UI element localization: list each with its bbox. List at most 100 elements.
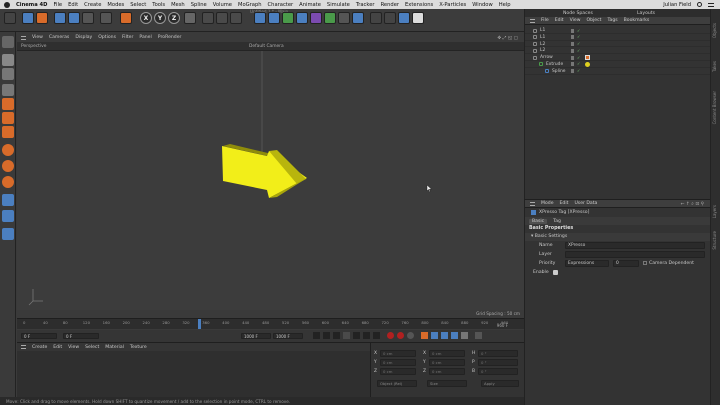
tab-objects[interactable]: Objects <box>712 23 720 38</box>
tab-content-browser[interactable]: Content Browser <box>712 91 720 124</box>
attribute-menu-user-data[interactable]: User Data <box>574 201 597 206</box>
xp-modifiers-button[interactable] <box>412 12 424 24</box>
cloner-button[interactable] <box>296 12 308 24</box>
xparticles-button[interactable] <box>370 12 382 24</box>
menu-file[interactable]: File <box>53 2 62 8</box>
viewport-menu-prorender[interactable]: ProRender <box>158 35 182 40</box>
camera-dependent-checkbox[interactable] <box>643 261 647 265</box>
3d-viewport[interactable]: Grid Spacing : 50 cm <box>17 51 524 316</box>
y-axis-lock[interactable]: Y <box>154 12 166 24</box>
material-menu-select[interactable]: Select <box>85 345 99 350</box>
enable-check-icon[interactable]: ✓ <box>577 35 581 39</box>
preview-start-field[interactable]: 0 F <box>63 333 99 339</box>
object-row[interactable]: L2 ✓ <box>525 47 710 55</box>
visibility-toggle-icon[interactable] <box>571 62 574 67</box>
menu-xparticles[interactable]: X-Particles <box>439 2 466 8</box>
viewport-camera[interactable]: Default Camera <box>249 44 284 49</box>
render-view-button[interactable] <box>202 12 214 24</box>
menu-create[interactable]: Create <box>84 2 101 8</box>
deformer-button[interactable] <box>310 12 322 24</box>
enable-check-icon[interactable]: ✓ <box>577 62 581 66</box>
points-mode-button[interactable] <box>2 98 14 110</box>
viewport-menu-view[interactable]: View <box>32 35 43 40</box>
menu-simulate[interactable]: Simulate <box>327 2 350 8</box>
next-key-button[interactable] <box>363 332 370 339</box>
attribute-nav-icons[interactable]: ← ↑ ⌕ ⊡ ⚲ <box>681 201 710 207</box>
enable-check-icon[interactable]: ✓ <box>577 42 581 46</box>
size-field[interactable]: 0 cm <box>429 359 465 366</box>
priority-number-field[interactable]: 0 <box>613 260 639 267</box>
preview-end-field[interactable]: 1000 F <box>241 333 271 339</box>
search-icon[interactable] <box>697 2 702 7</box>
camera-button[interactable] <box>338 12 350 24</box>
locked-workplane-button[interactable] <box>2 194 14 206</box>
coord-size-dropdown[interactable]: Size <box>427 380 467 387</box>
menu-list-icon[interactable] <box>708 2 714 7</box>
key-param-button[interactable] <box>451 332 458 339</box>
xp-emitter-button[interactable] <box>384 12 396 24</box>
object-menu-bookmarks[interactable]: Bookmarks <box>624 18 650 23</box>
xpresso-tag-icon[interactable] <box>585 55 590 61</box>
priority-dropdown[interactable]: Expressions <box>565 260 609 267</box>
position-field[interactable]: 0 cm <box>380 368 416 375</box>
tweak-mode-button[interactable] <box>2 160 14 172</box>
z-axis-lock[interactable]: Z <box>168 12 180 24</box>
menu-modes[interactable]: Modes <box>107 2 124 8</box>
viewport-menu-cameras[interactable]: Cameras <box>49 35 69 40</box>
xp-tools-button[interactable] <box>398 12 410 24</box>
previous-frame-button[interactable] <box>333 332 340 339</box>
menu-character[interactable]: Character <box>268 2 294 8</box>
solo-button[interactable] <box>2 228 14 240</box>
basic-settings-group[interactable]: ▾ Basic Settings <box>525 233 710 241</box>
layer-field[interactable] <box>565 251 705 258</box>
add-null-button[interactable] <box>100 12 112 24</box>
enable-axis-button[interactable] <box>2 144 14 156</box>
visibility-toggle-icon[interactable] <box>571 28 574 33</box>
material-menu-material[interactable]: Material <box>105 345 124 350</box>
attribute-menu-icon[interactable] <box>530 201 535 206</box>
object-row[interactable]: Spline ✓ <box>525 68 710 75</box>
menu-extensions[interactable]: Extensions <box>405 2 433 8</box>
object-menu-view[interactable]: View <box>570 18 581 23</box>
menu-mesh[interactable]: Mesh <box>171 2 185 8</box>
menu-tools[interactable]: Tools <box>152 2 165 8</box>
size-field[interactable]: 0 cm <box>429 368 465 375</box>
playback-settings-button[interactable] <box>475 332 482 339</box>
go-to-start-button[interactable] <box>313 332 320 339</box>
viewport-menu-panel[interactable]: Panel <box>139 35 151 40</box>
layouts-label[interactable]: Layouts <box>637 11 655 16</box>
subdivision-button[interactable] <box>282 12 294 24</box>
go-to-end-button[interactable] <box>373 332 380 339</box>
model-mode-button[interactable] <box>2 54 14 66</box>
object-row[interactable]: L2 ✓ <box>525 41 710 48</box>
object-menu-tags[interactable]: Tags <box>607 18 617 23</box>
tab-structure[interactable]: Structure <box>712 231 720 250</box>
object-menu-object[interactable]: Object <box>587 18 602 23</box>
user-name[interactable]: Julian Field <box>663 2 691 8</box>
menu-mograph[interactable]: MoGraph <box>238 2 262 8</box>
planar-workplane-button[interactable] <box>2 210 14 222</box>
menu-animate[interactable]: Animate <box>299 2 321 8</box>
environment-button[interactable] <box>324 12 336 24</box>
timeline-playhead[interactable] <box>198 319 201 329</box>
menu-help[interactable]: Help <box>499 2 511 8</box>
start-frame-field[interactable]: 0 F <box>21 333 57 339</box>
menu-spline[interactable]: Spline <box>191 2 207 8</box>
timeline-ruler[interactable]: 0 40 80 120 160 200 240 280 320 360 400 440 480 520 56… <box>17 318 524 329</box>
snapping-button[interactable] <box>2 176 14 188</box>
tab-tag[interactable]: Tag <box>553 219 561 224</box>
viewport-menu-options[interactable]: Options <box>98 35 116 40</box>
visibility-toggle-icon[interactable] <box>571 42 574 47</box>
rotation-field[interactable]: 0 ° <box>478 359 518 366</box>
key-position-button[interactable] <box>421 332 428 339</box>
viewport-menu-filter[interactable]: Filter <box>122 35 133 40</box>
cube-object-button[interactable] <box>254 12 266 24</box>
node-spaces-label[interactable]: Node Spaces <box>563 11 593 16</box>
material-menu-texture[interactable]: Texture <box>130 345 147 350</box>
menu-render[interactable]: Render <box>381 2 399 8</box>
apple-icon[interactable] <box>4 1 10 8</box>
object-row[interactable]: Arrow ✓ <box>525 54 710 61</box>
rotation-field[interactable]: 0 ° <box>478 368 518 375</box>
key-rotation-button[interactable] <box>441 332 448 339</box>
menu-edit[interactable]: Edit <box>68 2 78 8</box>
